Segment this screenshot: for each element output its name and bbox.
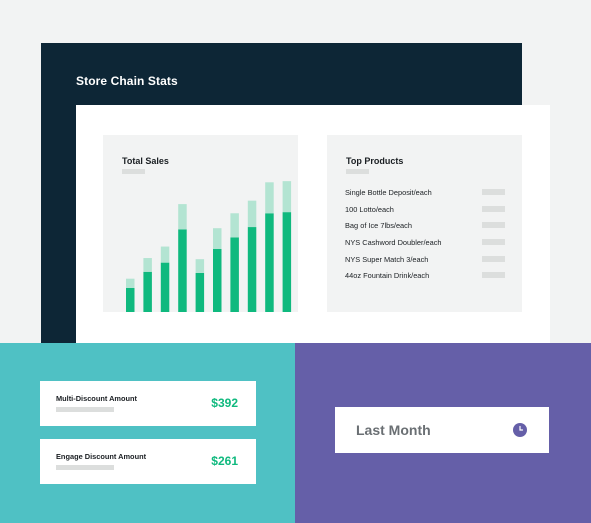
chart-bar-top (126, 278, 135, 288)
placeholder-bar (56, 465, 114, 470)
list-item[interactable]: Bag of Ice 7lbs/each (345, 221, 505, 238)
placeholder-bar (482, 255, 505, 262)
placeholder-bar (482, 205, 505, 212)
chart-bar (247, 227, 257, 312)
chart-bar-top (213, 228, 222, 249)
placeholder-bar (482, 239, 505, 246)
product-name: Single Bottle Deposit/each (345, 188, 432, 197)
engage-discount-card[interactable]: Engage Discount Amount $261 (40, 439, 256, 484)
chart-bar-top (265, 182, 274, 214)
chart-bar (126, 287, 135, 312)
period-section: Last Month (295, 343, 591, 523)
product-name: NYS Cashword Doubler/each (345, 238, 442, 248)
chart-bar-top (282, 181, 292, 213)
top-products-card[interactable]: Top Products Single Bottle Deposit/each … (327, 135, 522, 312)
app-title: Store Chain Stats (76, 74, 178, 88)
chart-bar (195, 272, 205, 312)
period-selector[interactable]: Last Month (335, 407, 549, 453)
product-name: 44oz Fountain Drink/each (345, 271, 430, 281)
list-item[interactable]: NYS Super Match 3/each (345, 255, 505, 272)
top-products-title: Top Products (346, 156, 404, 166)
discount-label: Multi-Discount Amount (56, 394, 138, 403)
product-list: Single Bottle Deposit/each 100 Lotto/eac… (345, 188, 505, 288)
chart-bar-top (230, 213, 239, 238)
discount-amount: $261 (211, 454, 238, 468)
list-item[interactable]: 100 Lotto/each (345, 205, 505, 222)
chart-bar (213, 248, 222, 312)
total-sales-card[interactable]: Total Sales (103, 135, 298, 312)
placeholder-bar (482, 272, 505, 279)
chart-bar (230, 237, 239, 312)
list-item[interactable]: NYS Cashword Doubler/each (345, 238, 505, 255)
total-sales-chart (126, 181, 292, 312)
chart-bar (178, 229, 187, 312)
chart-bar-top (143, 258, 152, 272)
chart-bar (282, 212, 292, 312)
list-item[interactable]: Single Bottle Deposit/each (345, 188, 505, 205)
product-name: Bag of Ice 7lbs/each (345, 221, 412, 231)
product-name: NYS Super Match 3/each (345, 254, 429, 264)
dashboard-panel: Total Sales Top Products Single Bottle D… (76, 105, 550, 343)
multi-discount-card[interactable]: Multi-Discount Amount $392 (40, 381, 256, 426)
product-name: 100 Lotto/each (345, 204, 394, 214)
chart-bar (160, 262, 170, 312)
discounts-section: Multi-Discount Amount $392 Engage Discou… (0, 343, 295, 523)
chart-bar (265, 213, 274, 312)
chart-bar-top (160, 246, 170, 263)
discount-label: Engage Discount Amount (56, 452, 147, 461)
chart-bar-top (178, 204, 187, 230)
placeholder-bar (346, 169, 369, 174)
chart-bar-top (195, 259, 205, 273)
period-label: Last Month (356, 422, 431, 438)
placeholder-bar (482, 189, 505, 195)
placeholder-bar (482, 222, 505, 229)
clock-icon[interactable] (513, 423, 527, 437)
discount-amount: $392 (211, 396, 238, 410)
placeholder-bar (56, 407, 114, 412)
chart-bar-top (247, 200, 257, 228)
list-item[interactable]: 44oz Fountain Drink/each (345, 271, 505, 288)
chart-bar (143, 271, 152, 312)
